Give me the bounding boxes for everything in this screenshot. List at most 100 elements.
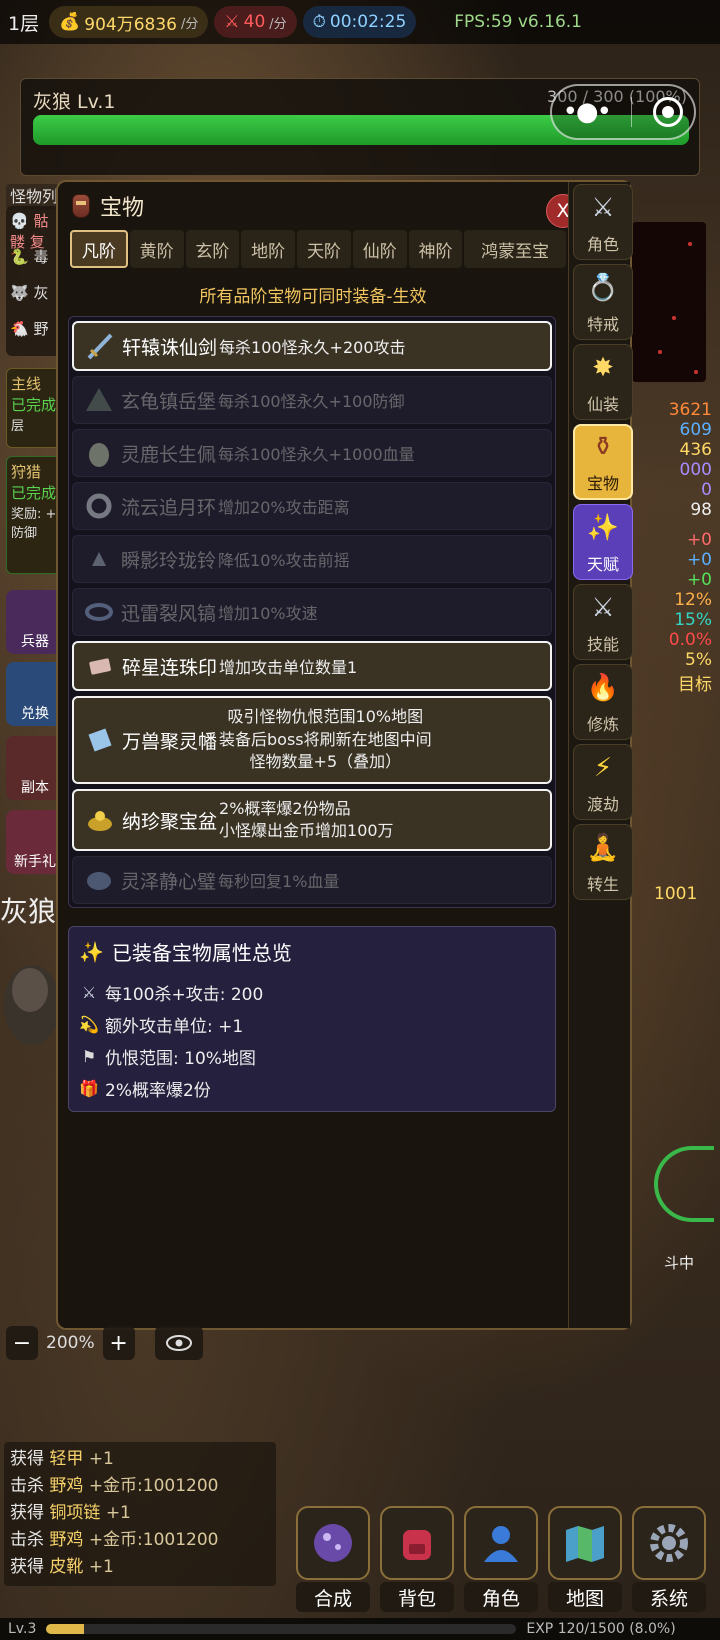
tab-di[interactable]: 地阶 — [241, 230, 296, 268]
fighting-status: 斗中 — [664, 1254, 695, 1272]
tab-tian[interactable]: 天阶 — [297, 230, 351, 268]
tab-hongmeng[interactable]: 鸿蒙至宝 — [464, 230, 566, 268]
modal-header: 宝物 — [58, 182, 568, 230]
banner-icon — [84, 724, 116, 756]
monster-list-item[interactable]: 💀 骷髅 复 — [10, 210, 60, 251]
fps-version-label: FPS:59 v6.16.1 — [454, 12, 582, 32]
gift-icon: 🎁 — [79, 1078, 99, 1098]
timer-value: 00:02:25 — [329, 12, 407, 32]
treasure-desc-line: 吸引怪物仇恨范围10%地图 — [227, 707, 424, 727]
capsule-divider — [631, 97, 633, 127]
treasure-item[interactable]: 瞬影玲珑铃 降低10%攻击前摇 — [72, 535, 552, 583]
close-miniprogram-icon[interactable] — [653, 97, 684, 127]
treasure-name: 灵泽静心璧 — [121, 870, 217, 893]
treasure-name: 轩辕诛仙剑 — [122, 336, 218, 359]
side-nav-skill[interactable]: ⚔ 技能 — [573, 584, 633, 660]
monster-name-overlay: 灰狼 — [0, 895, 57, 928]
sword-icon — [84, 330, 116, 362]
tab-fan[interactable]: 凡阶 — [70, 230, 128, 268]
side-nav-tribulation[interactable]: ⚡ 渡劫 — [573, 744, 633, 820]
quest-detail: 层 — [11, 419, 25, 434]
treasure-item[interactable]: 万兽聚灵幡 吸引怪物仇恨范围10%地图 装备后boss将刷新在地图中间 怪物数量… — [72, 696, 552, 784]
treasure-desc: 增加10%攻速 — [218, 604, 318, 623]
treasure-name: 流云追月环 — [121, 496, 217, 519]
player-level: Lv.3 — [8, 1621, 37, 1637]
treasure-item[interactable]: 迅雷裂风镐 增加10%攻速 — [72, 588, 552, 636]
eye-icon — [165, 1335, 192, 1351]
treasure-item[interactable]: 轩辕诛仙剑 每杀100怪永久+200攻击 — [72, 321, 552, 371]
tab-shen[interactable]: 神阶 — [408, 230, 463, 268]
backpack-button[interactable]: 背包 — [380, 1506, 454, 1612]
side-nav-ring[interactable]: 💍 特戒 — [573, 264, 633, 340]
treasure-item[interactable]: 灵鹿长生佩 每杀100怪永久+1000血量 — [72, 429, 552, 477]
minimap-dots — [658, 242, 698, 374]
crossed-swords-icon: ⚔ — [224, 12, 240, 32]
tab-xuan[interactable]: 玄阶 — [185, 230, 240, 268]
crossed-swords-icon: ⚔ — [81, 982, 97, 1002]
summary-row-text: 2%概率爆2份 — [105, 1080, 211, 1101]
summary-row: 🎁 2%概率爆2份 — [79, 1072, 545, 1104]
treasure-desc: 降低10%攻击前摇 — [218, 551, 350, 570]
map-button[interactable]: 地图 — [548, 1506, 622, 1612]
side-nav-cultivate[interactable]: 🔥 修炼 — [573, 664, 633, 740]
right-stats-column: 3621 609 436 000 0 98 +0 +0 +0 12% 15% 0… — [668, 400, 712, 695]
system-button[interactable]: 系统 — [632, 1506, 706, 1612]
treasure-item[interactable]: 流云追月环 增加20%攻击距离 — [72, 482, 552, 530]
attack-rate-unit: /分 — [269, 16, 287, 32]
treasure-name: 万兽聚灵幡 — [122, 730, 218, 753]
treasure-item[interactable]: 灵泽静心璧 每秒回复1%血量 — [72, 856, 552, 904]
tab-huang[interactable]: 黄阶 — [129, 230, 184, 268]
zoom-in-button[interactable]: + — [102, 1326, 135, 1360]
money-bag-icon: 💰 — [59, 12, 81, 32]
quest-status: 已完成 — [11, 484, 57, 502]
summary-row-text: 每100杀+攻击: 200 — [105, 984, 264, 1005]
jade-pendant-icon — [83, 437, 115, 469]
side-nav-immortal-gear[interactable]: ✸ 仙装 — [573, 344, 633, 420]
map-label: 地图 — [548, 1582, 622, 1612]
character-button[interactable]: 角色 — [464, 1506, 538, 1612]
summary-row: 💫 额外攻击单位: +1 — [79, 1008, 545, 1040]
treasure-desc: 增加攻击单位数量1 — [219, 658, 358, 677]
side-nav-character[interactable]: ⚔ 角色 — [573, 184, 633, 260]
zoom-out-button[interactable]: − — [6, 1326, 38, 1360]
treasure-desc-line: 装备后boss将刷新在地图中间 — [219, 729, 432, 749]
side-nav-talent[interactable]: ✨ 天赋 — [573, 504, 633, 580]
monster-list-item[interactable]: 🐔 野 — [10, 318, 60, 354]
treasure-item[interactable]: 玄龟镇岳堡 每杀100怪永久+100防御 — [72, 376, 552, 424]
gear-icon — [632, 1506, 706, 1580]
treasure-item[interactable]: 纳珍聚宝盆 2%概率爆2份物品 小怪爆出金币增加100万 — [72, 789, 552, 851]
meditation-icon: 🧘 — [586, 833, 620, 863]
summary-title: ✨ 已装备宝物属性总览 — [79, 937, 545, 966]
summary-row-text: 仇恨范围: 10%地图 — [105, 1048, 256, 1069]
monster-list-item[interactable]: 🐺 灰 — [10, 282, 60, 318]
monster-list-item[interactable]: 🐍 毒 — [10, 246, 60, 282]
lightning-icon: ⚡ — [593, 753, 613, 783]
floor-label: 1层 — [8, 12, 40, 35]
auto-fight-ring[interactable] — [654, 1146, 714, 1222]
tab-xian[interactable]: 仙阶 — [352, 230, 407, 268]
exp-text: EXP 120/1500 (8.0%) — [526, 1621, 676, 1637]
log-entry: 击杀 野鸡 +金币:1001200 — [10, 1530, 219, 1550]
treasure-desc: 每杀100怪永久+100防御 — [218, 392, 405, 411]
jade-disc-icon — [83, 864, 115, 896]
bracelet-icon — [83, 596, 115, 628]
treasure-item[interactable]: 碎星连珠印 增加攻击单位数量1 — [72, 641, 552, 691]
log-entry: 获得 铜项链 +1 — [10, 1503, 131, 1523]
eye-toggle-button[interactable] — [154, 1326, 203, 1360]
treasure-desc: 每杀100怪永久+200攻击 — [219, 338, 406, 357]
minimap[interactable] — [632, 222, 706, 382]
treasure-name: 碎星连珠印 — [122, 656, 218, 679]
treasure-name: 瞬影玲珑铃 — [121, 549, 217, 572]
backpack-label: 背包 — [380, 1582, 454, 1612]
side-nav-treasure[interactable]: ⚱ 宝物 — [573, 424, 633, 500]
top-status-bar: 1层 💰 904万6836 /分 ⚔ 40 /分 ⏱ 00:02:25 FPS:… — [0, 0, 720, 44]
synthesize-button[interactable]: 合成 — [296, 1506, 370, 1612]
character-label: 角色 — [464, 1582, 538, 1612]
quest-title: 主线 — [11, 375, 42, 393]
monster-name: 灰狼 Lv.1 — [33, 91, 116, 113]
treasure-name: 纳珍聚宝盆 — [122, 810, 218, 833]
more-menu-icon[interactable]: •●• — [563, 97, 612, 127]
side-nav-rebirth[interactable]: 🧘 转生 — [573, 824, 633, 900]
right-gold-value: 1001 — [654, 884, 698, 904]
sparkle-icon: ✸ — [592, 353, 614, 383]
